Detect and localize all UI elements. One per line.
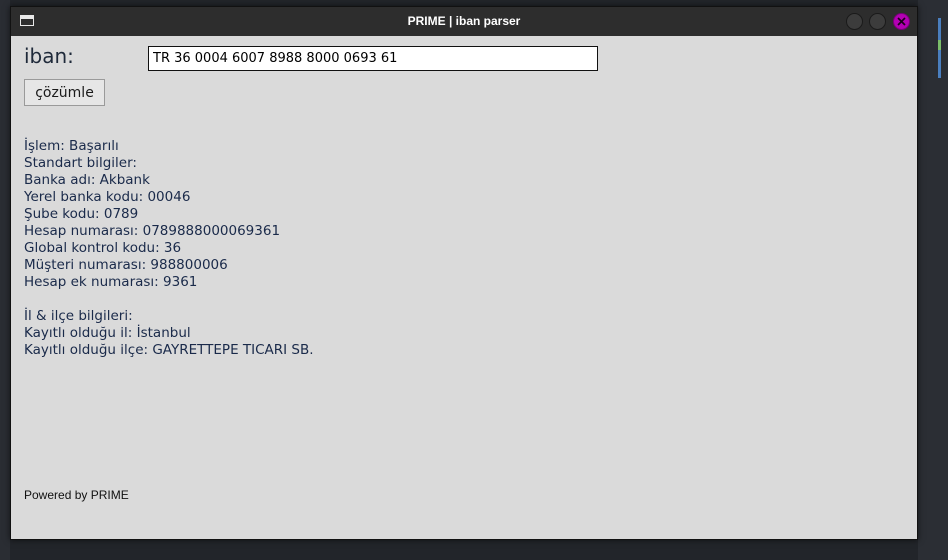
result-global-check-code: Global kontrol kodu: 36 bbox=[24, 240, 182, 256]
result-branch-code: Şube kodu: 0789 bbox=[24, 206, 139, 222]
result-bank-name: Banka adı: Akbank bbox=[24, 172, 150, 188]
app-window: PRIME | iban parser iban: çözümle İşlem:… bbox=[10, 6, 918, 540]
result-spacer bbox=[24, 291, 314, 308]
iban-input[interactable] bbox=[148, 46, 598, 71]
minimize-button[interactable] bbox=[846, 13, 863, 30]
background-editor-minimap bbox=[918, 0, 948, 560]
parse-button[interactable]: çözümle bbox=[24, 79, 105, 106]
results-panel: İşlem: Başarılı Standart bilgiler: Banka… bbox=[24, 138, 314, 359]
close-button[interactable] bbox=[893, 13, 910, 30]
maximize-button[interactable] bbox=[869, 13, 886, 30]
background-editor-gutter bbox=[0, 0, 10, 560]
result-account-suffix: Hesap ek numarası: 9361 bbox=[24, 274, 198, 290]
close-icon bbox=[897, 17, 906, 26]
app-content: iban: çözümle İşlem: Başarılı Standart b… bbox=[11, 36, 917, 539]
result-status: İşlem: Başarılı bbox=[24, 138, 119, 154]
window-title: PRIME | iban parser bbox=[407, 14, 521, 28]
result-location-header: İl & ilçe bilgileri: bbox=[24, 308, 133, 324]
result-district: Kayıtlı olduğu ilçe: GAYRETTEPE TICARI S… bbox=[24, 342, 314, 358]
result-customer-number: Müşteri numarası: 988800006 bbox=[24, 257, 228, 273]
window-titlebar[interactable]: PRIME | iban parser bbox=[11, 7, 917, 36]
iban-label: iban: bbox=[24, 44, 74, 68]
result-province: Kayıtlı olduğu il: İstanbul bbox=[24, 325, 191, 341]
result-account-number: Hesap numarası: 0789888000069361 bbox=[24, 223, 281, 239]
powered-by-footer: Powered by PRIME bbox=[24, 488, 129, 502]
result-standard-header: Standart bilgiler: bbox=[24, 155, 137, 171]
result-local-bank-code: Yerel banka kodu: 00046 bbox=[24, 189, 191, 205]
